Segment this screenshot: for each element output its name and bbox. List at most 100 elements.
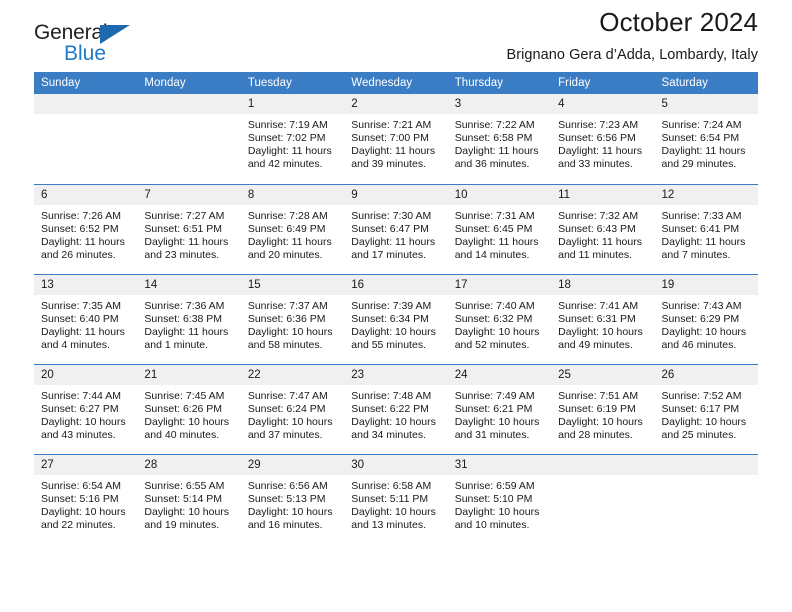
calendar-day-cell[interactable]: 11 Sunrise: 7:32 AM Sunset: 6:43 PM Dayligh…	[551, 183, 655, 274]
day-number: 21	[137, 364, 241, 385]
daylight-text: Daylight: 10 hours	[661, 325, 747, 338]
day-sun-info: Sunrise: 7:40 AM Sunset: 6:32 PM Daylight:…	[448, 295, 551, 352]
daylight-text: and 16 minutes.	[247, 518, 323, 531]
calendar-day-cell[interactable]: 12 Sunrise: 7:33 AM Sunset: 6:41 PM Dayligh…	[654, 183, 758, 274]
day-number: 2	[344, 94, 448, 114]
sunrise-text: Sunrise: 6:55 AM	[144, 479, 225, 492]
day-number: 12	[654, 184, 758, 205]
daylight-text: Daylight: 10 hours	[454, 505, 540, 518]
calendar-day-cell[interactable]: 19 Sunrise: 7:43 AM Sunset: 6:29 PM Dayligh…	[654, 273, 758, 364]
day-sun-info: Sunrise: 7:39 AM Sunset: 6:34 PM Daylight:…	[344, 295, 447, 352]
daylight-text: and 43 minutes.	[41, 428, 116, 441]
daylight-text: Daylight: 10 hours	[41, 505, 126, 518]
calendar-day-cell[interactable]: 30 Sunrise: 6:58 AM Sunset: 5:11 PM Dayligh…	[344, 453, 448, 544]
weekday-header-tuesday: Tuesday	[240, 72, 345, 94]
calendar-day-cell[interactable]: 28 Sunrise: 6:55 AM Sunset: 5:14 PM Dayligh…	[137, 453, 241, 544]
day-number: 19	[654, 274, 758, 295]
day-number	[654, 454, 758, 475]
day-number: 18	[551, 274, 655, 295]
daylight-text: and 23 minutes.	[144, 248, 220, 261]
calendar-day-cell[interactable]: 17 Sunrise: 7:40 AM Sunset: 6:32 PM Dayligh…	[447, 273, 552, 364]
sunset-text: Sunset: 5:13 PM	[247, 492, 326, 505]
calendar-day-cell[interactable]: 20 Sunrise: 7:44 AM Sunset: 6:27 PM Dayligh…	[34, 363, 138, 454]
daylight-text: and 11 minutes.	[558, 248, 633, 261]
day-sun-info: Sunrise: 7:35 AM Sunset: 6:40 PM Daylight:…	[34, 295, 137, 352]
calendar-day-cell[interactable]: 13 Sunrise: 7:35 AM Sunset: 6:40 PM Dayligh…	[34, 273, 138, 364]
sunrise-text: Sunrise: 7:52 AM	[661, 389, 742, 402]
calendar-day-cell[interactable]: 9 Sunrise: 7:30 AM Sunset: 6:47 PM Daylight…	[344, 183, 448, 274]
daylight-text: and 7 minutes.	[661, 248, 731, 261]
day-sun-info: Sunrise: 7:43 AM Sunset: 6:29 PM Daylight:…	[655, 295, 758, 352]
calendar-day-cell[interactable]: 23 Sunrise: 7:48 AM Sunset: 6:22 PM Dayligh…	[344, 363, 448, 454]
sunset-text: Sunset: 6:19 PM	[558, 402, 636, 415]
calendar-cell-empty	[34, 94, 138, 184]
sunrise-text: Sunrise: 7:40 AM	[454, 299, 535, 312]
daylight-text: Daylight: 10 hours	[558, 325, 643, 338]
calendar-day-cell[interactable]: 5 Sunrise: 7:24 AM Sunset: 6:54 PM Daylight…	[654, 94, 758, 184]
daylight-text: and 25 minutes.	[661, 428, 737, 441]
page-subtitle: Brignano Gera d’Adda, Lombardy, Italy	[506, 47, 758, 63]
daylight-text: and 37 minutes.	[247, 428, 323, 441]
calendar-day-cell[interactable]: 18 Sunrise: 7:41 AM Sunset: 6:31 PM Dayligh…	[551, 273, 655, 364]
daylight-text: and 31 minutes.	[454, 428, 530, 441]
day-sun-info: Sunrise: 7:30 AM Sunset: 6:47 PM Daylight:…	[344, 205, 447, 262]
day-sun-info: Sunrise: 7:51 AM Sunset: 6:19 PM Daylight:…	[551, 385, 654, 442]
calendar-day-cell[interactable]: 24 Sunrise: 7:49 AM Sunset: 6:21 PM Dayligh…	[447, 363, 552, 454]
sunset-text: Sunset: 6:22 PM	[351, 402, 429, 415]
day-number	[137, 94, 241, 114]
day-sun-info: Sunrise: 7:19 AM Sunset: 7:02 PM Daylight:…	[241, 114, 344, 171]
calendar-week-row: 1 Sunrise: 7:19 AM Sunset: 7:02 PM Daylight…	[34, 94, 758, 184]
calendar-day-cell[interactable]: 14 Sunrise: 7:36 AM Sunset: 6:38 PM Dayligh…	[137, 273, 241, 364]
day-number: 3	[447, 94, 552, 114]
daylight-text: and 29 minutes.	[661, 158, 737, 171]
sunset-text: Sunset: 5:14 PM	[144, 492, 223, 505]
sunrise-text: Sunrise: 6:58 AM	[351, 479, 432, 492]
day-sun-info: Sunrise: 7:26 AM Sunset: 6:52 PM Daylight:…	[34, 205, 137, 262]
day-number: 29	[240, 454, 345, 475]
day-number: 26	[654, 364, 758, 385]
sunrise-text: Sunrise: 7:43 AM	[661, 299, 742, 312]
day-sun-info: Sunrise: 7:49 AM Sunset: 6:21 PM Daylight:…	[448, 385, 551, 442]
sunrise-text: Sunrise: 7:28 AM	[247, 209, 328, 222]
day-sun-info: Sunrise: 7:37 AM Sunset: 6:36 PM Daylight:…	[241, 295, 344, 352]
sunrise-text: Sunrise: 7:23 AM	[558, 119, 639, 131]
daylight-text: Daylight: 10 hours	[558, 415, 643, 428]
calendar-day-cell[interactable]: 27 Sunrise: 6:54 AM Sunset: 5:16 PM Dayligh…	[34, 453, 138, 544]
calendar-day-cell[interactable]: 2 Sunrise: 7:21 AM Sunset: 7:00 PM Daylight…	[344, 94, 448, 184]
sunrise-text: Sunrise: 7:47 AM	[247, 389, 328, 402]
daylight-text: Daylight: 11 hours	[144, 325, 229, 338]
calendar-day-cell[interactable]: 31 Sunrise: 6:59 AM Sunset: 5:10 PM Dayligh…	[447, 453, 552, 544]
day-number: 4	[551, 94, 655, 114]
day-number	[34, 94, 138, 114]
sunset-text: Sunset: 6:34 PM	[351, 312, 429, 325]
daylight-text: and 36 minutes.	[454, 158, 530, 171]
calendar-table: Sunday Monday Tuesday Wednesday Thursday…	[34, 72, 758, 544]
calendar-day-cell[interactable]: 3 Sunrise: 7:22 AM Sunset: 6:58 PM Daylight…	[447, 94, 552, 184]
calendar-day-cell[interactable]: 22 Sunrise: 7:47 AM Sunset: 6:24 PM Dayligh…	[240, 363, 345, 454]
calendar-day-cell[interactable]: 7 Sunrise: 7:27 AM Sunset: 6:51 PM Daylight…	[137, 183, 241, 274]
day-number: 24	[447, 364, 552, 385]
calendar-day-cell[interactable]: 16 Sunrise: 7:39 AM Sunset: 6:34 PM Dayligh…	[344, 273, 448, 364]
daylight-text: Daylight: 11 hours	[661, 145, 746, 158]
general-blue-logo[interactable]: General Blue	[34, 22, 154, 70]
calendar-day-cell[interactable]: 26 Sunrise: 7:52 AM Sunset: 6:17 PM Dayligh…	[654, 363, 758, 454]
sunrise-text: Sunrise: 7:49 AM	[454, 389, 535, 402]
daylight-text: Daylight: 10 hours	[454, 325, 540, 338]
day-sun-info: Sunrise: 7:36 AM Sunset: 6:38 PM Daylight:…	[137, 295, 240, 352]
calendar-day-cell[interactable]: 1 Sunrise: 7:19 AM Sunset: 7:02 PM Daylight…	[240, 94, 345, 184]
sunset-text: Sunset: 6:27 PM	[41, 402, 119, 415]
calendar-day-cell[interactable]: 6 Sunrise: 7:26 AM Sunset: 6:52 PM Daylight…	[34, 183, 138, 274]
day-number: 1	[240, 94, 345, 114]
day-sun-info: Sunrise: 7:23 AM Sunset: 6:56 PM Daylight:…	[551, 114, 654, 171]
calendar-day-cell[interactable]: 25 Sunrise: 7:51 AM Sunset: 6:19 PM Dayligh…	[551, 363, 655, 454]
calendar-day-cell[interactable]: 21 Sunrise: 7:45 AM Sunset: 6:26 PM Dayligh…	[137, 363, 241, 454]
calendar-day-cell[interactable]: 15 Sunrise: 7:37 AM Sunset: 6:36 PM Dayligh…	[240, 273, 345, 364]
day-number: 6	[34, 184, 138, 205]
daylight-text: Daylight: 11 hours	[41, 235, 125, 248]
calendar-day-cell[interactable]: 29 Sunrise: 6:56 AM Sunset: 5:13 PM Dayligh…	[240, 453, 345, 544]
calendar-day-cell[interactable]: 4 Sunrise: 7:23 AM Sunset: 6:56 PM Daylight…	[551, 94, 655, 184]
calendar-day-cell[interactable]: 10 Sunrise: 7:31 AM Sunset: 6:45 PM Dayligh…	[447, 183, 552, 274]
daylight-text: Daylight: 10 hours	[247, 505, 333, 518]
calendar-day-cell[interactable]: 8 Sunrise: 7:28 AM Sunset: 6:49 PM Daylight…	[240, 183, 345, 274]
sunrise-text: Sunrise: 7:39 AM	[351, 299, 432, 312]
